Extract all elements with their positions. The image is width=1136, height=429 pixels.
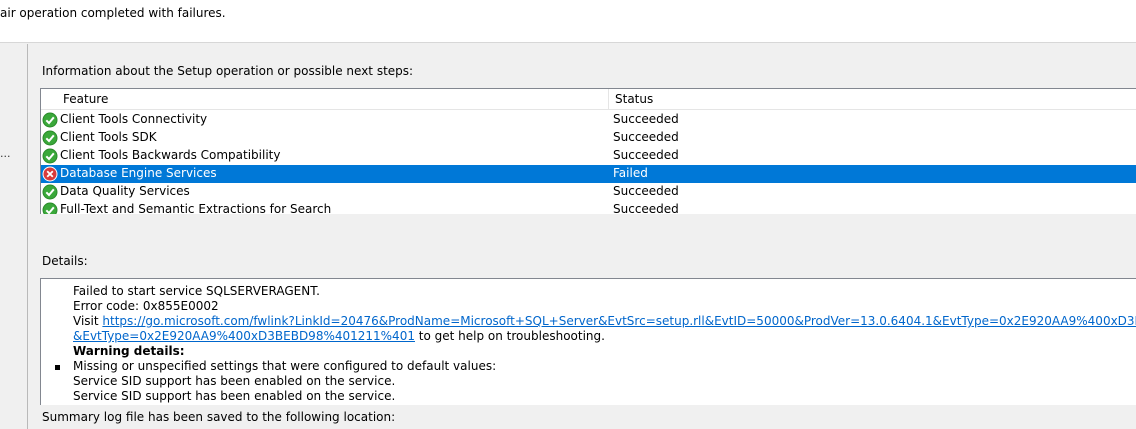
- grid-row[interactable]: Client Tools SDK Succeeded: [41, 129, 1136, 147]
- details-visit-line: Visit https://go.microsoft.com/fwlink?Li…: [73, 314, 1136, 328]
- left-nav-pane: ...: [0, 44, 28, 429]
- feature-status: Succeeded: [613, 112, 679, 126]
- column-header-status[interactable]: Status: [615, 92, 653, 106]
- check-icon: [42, 148, 58, 164]
- warning-heading: Warning details:: [73, 344, 185, 358]
- grid-header: Feature Status: [41, 89, 1136, 110]
- help-link-continued[interactable]: &EvtType=0x2E920AA9%400xD3BEBD98%401211%…: [73, 329, 415, 343]
- grid-row[interactable]: Full-Text and Semantic Extractions for S…: [41, 201, 1136, 214]
- grid-row[interactable]: Data Quality Services Succeeded: [41, 183, 1136, 201]
- warning-bullet-text: Missing or unspecified settings that wer…: [73, 359, 497, 373]
- feature-name: Full-Text and Semantic Extractions for S…: [60, 202, 332, 214]
- nav-ellipsis: ...: [0, 147, 11, 160]
- error-icon: [42, 166, 58, 182]
- feature-status: Failed: [613, 166, 648, 180]
- header-status-text: air operation completed with failures.: [0, 6, 226, 20]
- sid-line-2: Service SID support has been enabled on …: [73, 389, 396, 403]
- visit-suffix: to get help on troubleshooting.: [414, 329, 605, 343]
- feature-name: Database Engine Services: [60, 166, 217, 180]
- visit-prefix: Visit: [73, 314, 103, 328]
- bullet-icon: [55, 365, 60, 370]
- feature-status: Succeeded: [613, 202, 679, 214]
- grid-row[interactable]: Client Tools Connectivity Succeeded: [41, 111, 1136, 129]
- feature-status: Succeeded: [613, 130, 679, 144]
- column-header-feature[interactable]: Feature: [63, 92, 108, 106]
- feature-name: Client Tools SDK: [60, 130, 157, 144]
- header-banner: air operation completed with failures.: [0, 0, 1136, 43]
- details-error-code: Error code: 0x855E0002: [73, 299, 219, 313]
- feature-name: Data Quality Services: [60, 184, 190, 198]
- details-failed-line: Failed to start service SQLSERVERAGENT.: [73, 284, 320, 298]
- feature-name: Client Tools Backwards Compatibility: [60, 148, 281, 162]
- grid-row-selected[interactable]: Database Engine Services Failed: [41, 165, 1136, 183]
- feature-name: Client Tools Connectivity: [60, 112, 208, 126]
- grid-row[interactable]: Client Tools Backwards Compatibility Suc…: [41, 147, 1136, 165]
- details-visit-line-cont: &EvtType=0x2E920AA9%400xD3BEBD98%401211%…: [73, 329, 605, 343]
- feature-status: Succeeded: [613, 148, 679, 162]
- check-icon: [42, 184, 58, 200]
- check-icon: [42, 112, 58, 128]
- column-divider[interactable]: [608, 89, 609, 110]
- summary-log-text: Summary log file has been saved to the f…: [42, 410, 396, 424]
- details-label: Details:: [42, 254, 88, 268]
- check-icon: [42, 130, 58, 146]
- details-textbox[interactable]: Failed to start service SQLSERVERAGENT. …: [40, 278, 1136, 405]
- help-link[interactable]: https://go.microsoft.com/fwlink?LinkId=2…: [102, 314, 1136, 328]
- check-icon: [42, 202, 58, 214]
- info-label: Information about the Setup operation or…: [42, 64, 414, 78]
- sid-line-1: Service SID support has been enabled on …: [73, 374, 396, 388]
- feature-status: Succeeded: [613, 184, 679, 198]
- feature-status-grid[interactable]: Feature Status Client Tools Connectivity…: [40, 88, 1136, 214]
